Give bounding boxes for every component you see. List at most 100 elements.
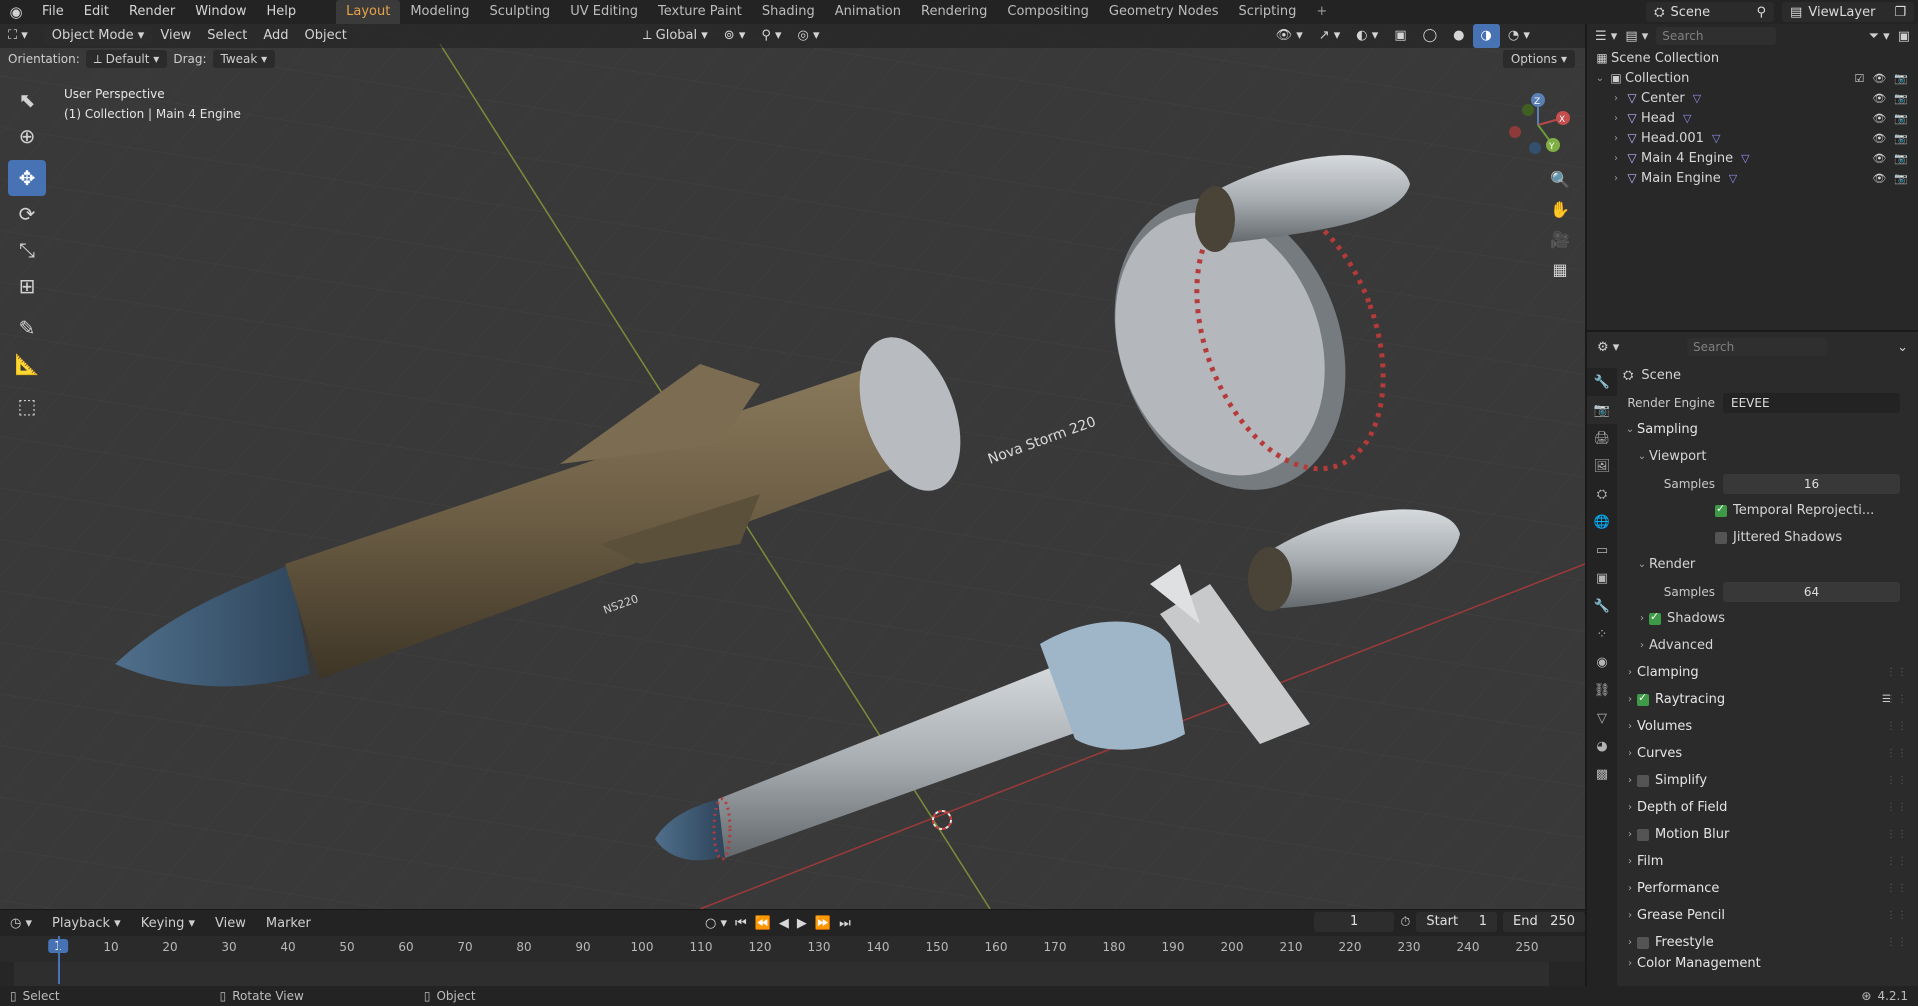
- menu-edit[interactable]: Edit: [74, 0, 119, 24]
- panel-film[interactable]: › Film ⋮⋮: [1623, 848, 1912, 875]
- tab-texture-paint[interactable]: Texture Paint: [648, 0, 752, 24]
- options-dropdown[interactable]: Options ▾: [1502, 50, 1575, 68]
- blender-logo-icon[interactable]: ◉: [0, 3, 32, 21]
- expand-arrow-icon[interactable]: ›: [1623, 910, 1637, 921]
- modifier-tab-icon[interactable]: 🔧: [1587, 592, 1617, 620]
- menu-window[interactable]: Window: [185, 0, 256, 24]
- tab-sculpting[interactable]: Sculpting: [479, 0, 560, 24]
- collection-tab-icon[interactable]: ▭: [1587, 536, 1617, 564]
- world-tab-icon[interactable]: 🌐: [1587, 508, 1617, 536]
- menu-render[interactable]: Render: [119, 0, 185, 24]
- drag-handle-icon[interactable]: ⋮⋮: [1886, 775, 1908, 786]
- tab-compositing[interactable]: Compositing: [997, 0, 1099, 24]
- camera-icon[interactable]: 📷: [1894, 172, 1908, 185]
- jittered-shadows-row[interactable]: Jittered Shadows: [1623, 524, 1912, 551]
- drag-handle-icon[interactable]: ⋮⋮: [1886, 829, 1908, 840]
- panel-raytracing[interactable]: › Raytracing ☰ ⋮⋮: [1623, 686, 1912, 713]
- add-workspace-icon[interactable]: +: [1306, 0, 1337, 24]
- panel-color-management[interactable]: › Color Management: [1623, 956, 1912, 970]
- move-tool-icon[interactable]: ✥: [8, 160, 46, 196]
- prev-keyframe-icon[interactable]: ⏪: [755, 916, 771, 931]
- render-samples-field[interactable]: 64: [1723, 581, 1900, 602]
- current-frame-field[interactable]: 1: [1314, 912, 1395, 932]
- copy-icon[interactable]: ❐: [1894, 5, 1906, 20]
- timeline-ruler[interactable]: 1 10 20 30 40 50 60 70 80 90 100 110 120…: [0, 936, 1585, 962]
- timeline-editor-type-icon[interactable]: ◷ ▾: [0, 916, 42, 931]
- render-engine-dropdown[interactable]: EEVEE: [1723, 392, 1900, 413]
- filter-icon[interactable]: ⏷ ▾: [1869, 29, 1890, 44]
- cursor-tool-icon[interactable]: ⊕: [8, 118, 46, 154]
- zoom-icon[interactable]: 🔍: [1547, 164, 1573, 194]
- gizmo-icon[interactable]: ↗ ▾: [1311, 24, 1349, 48]
- select-box-tool-icon[interactable]: ⬉: [8, 82, 46, 118]
- expand-arrow-icon[interactable]: ›: [1623, 856, 1637, 867]
- expand-arrow-icon[interactable]: ›: [1623, 748, 1637, 759]
- scale-tool-icon[interactable]: ⤡: [8, 232, 46, 268]
- outliner-editor-type-icon[interactable]: ☰ ▾: [1595, 29, 1617, 44]
- eye-icon[interactable]: 👁: [1872, 92, 1886, 105]
- jump-start-icon[interactable]: ⏮: [735, 916, 747, 931]
- outliner-search-input[interactable]: Search: [1656, 27, 1777, 45]
- rotate-tool-icon[interactable]: ⟳: [8, 196, 46, 232]
- eye-icon[interactable]: 👁: [1872, 172, 1886, 185]
- particles-tab-icon[interactable]: ⁘: [1587, 620, 1617, 648]
- drag-handle-icon[interactable]: ⋮⋮: [1886, 667, 1908, 678]
- viewport-scene[interactable]: Nova Storm 220 NS220: [0, 24, 1585, 909]
- mesh-data-icon[interactable]: ▽: [1741, 152, 1749, 165]
- next-keyframe-icon[interactable]: ⏩: [815, 916, 831, 931]
- visibility-icon[interactable]: 👁 ▾: [1268, 24, 1311, 48]
- menu-playback[interactable]: Playback ▾: [42, 916, 131, 931]
- freestyle-checkbox[interactable]: [1637, 936, 1649, 949]
- expand-arrow-icon[interactable]: ›: [1609, 153, 1623, 164]
- menu-object[interactable]: Object: [296, 24, 354, 48]
- tab-rendering[interactable]: Rendering: [911, 0, 997, 24]
- material-shading-icon[interactable]: ◑: [1472, 24, 1500, 48]
- raytracing-checkbox[interactable]: [1637, 691, 1649, 706]
- 3d-viewport[interactable]: Nova Storm 220 NS220 ⛶ ▾ Object Mode ▾ V…: [0, 24, 1585, 909]
- tab-uv-editing[interactable]: UV Editing: [560, 0, 648, 24]
- menu-timeline-view[interactable]: View: [205, 916, 256, 931]
- expand-arrow-icon[interactable]: ›: [1623, 721, 1637, 732]
- snap-icon[interactable]: ⚲ ▾: [753, 24, 789, 48]
- display-mode-icon[interactable]: ▤ ▾: [1625, 29, 1648, 44]
- camera-view-icon[interactable]: 🎥: [1547, 224, 1573, 254]
- camera-icon[interactable]: 📷: [1894, 92, 1908, 105]
- panel-freestyle[interactable]: › Freestyle ⋮⋮: [1623, 929, 1912, 956]
- jump-end-icon[interactable]: ⏭: [839, 916, 851, 931]
- add-cube-tool-icon[interactable]: ⬚: [8, 388, 46, 424]
- camera-icon[interactable]: 📷: [1894, 132, 1908, 145]
- data-tab-icon[interactable]: ▽: [1587, 704, 1617, 732]
- expand-arrow-icon[interactable]: ›: [1623, 667, 1637, 678]
- expand-arrow-icon[interactable]: ›: [1623, 883, 1637, 894]
- transform-orientation-dropdown[interactable]: ⟂ Global ▾: [635, 24, 716, 48]
- outliner-collection[interactable]: ⌄ ▣ Collection ☑ 👁 📷: [1587, 68, 1918, 88]
- outliner-item-head[interactable]: › ▽ Head ▽ 👁 📷: [1587, 108, 1918, 128]
- timeline-track[interactable]: [0, 962, 1585, 986]
- panel-clamping[interactable]: › Clamping ⋮⋮: [1623, 659, 1912, 686]
- menu-view[interactable]: View: [152, 24, 199, 48]
- collapse-arrow-icon[interactable]: ⌄: [1635, 559, 1649, 570]
- render-tab-icon[interactable]: 📷: [1587, 396, 1617, 424]
- orientation-dropdown[interactable]: ⟂ Default ▾: [85, 50, 168, 68]
- tab-shading[interactable]: Shading: [752, 0, 825, 24]
- expand-arrow-icon[interactable]: ›: [1609, 173, 1623, 184]
- scene-tab-icon[interactable]: ⛭: [1587, 480, 1617, 508]
- expand-arrow-icon[interactable]: ›: [1623, 775, 1637, 786]
- subpanel-advanced[interactable]: › Advanced: [1623, 632, 1912, 659]
- view-layer-selector[interactable]: ▤ ViewLayer ❐: [1782, 2, 1914, 22]
- collapse-arrow-icon[interactable]: ⌄: [1623, 424, 1637, 435]
- expand-arrow-icon[interactable]: ›: [1623, 958, 1637, 969]
- expand-arrow-icon[interactable]: ⌄: [1593, 73, 1607, 84]
- drag-handle-icon[interactable]: ⋮⋮: [1886, 856, 1908, 867]
- tab-scripting[interactable]: Scripting: [1229, 0, 1307, 24]
- menu-marker[interactable]: Marker: [256, 916, 321, 931]
- pan-hand-icon[interactable]: ✋: [1547, 194, 1573, 224]
- expand-arrow-icon[interactable]: ›: [1623, 937, 1637, 948]
- panel-sampling[interactable]: ⌄ Sampling: [1623, 416, 1912, 443]
- playhead[interactable]: [58, 936, 60, 984]
- drag-handle-icon[interactable]: ⋮⋮: [1886, 937, 1908, 948]
- properties-options-icon[interactable]: ⌄: [1897, 340, 1908, 355]
- panel-volumes[interactable]: › Volumes ⋮⋮: [1623, 713, 1912, 740]
- transform-tool-icon[interactable]: ⊞: [8, 268, 46, 304]
- expand-arrow-icon[interactable]: ›: [1609, 133, 1623, 144]
